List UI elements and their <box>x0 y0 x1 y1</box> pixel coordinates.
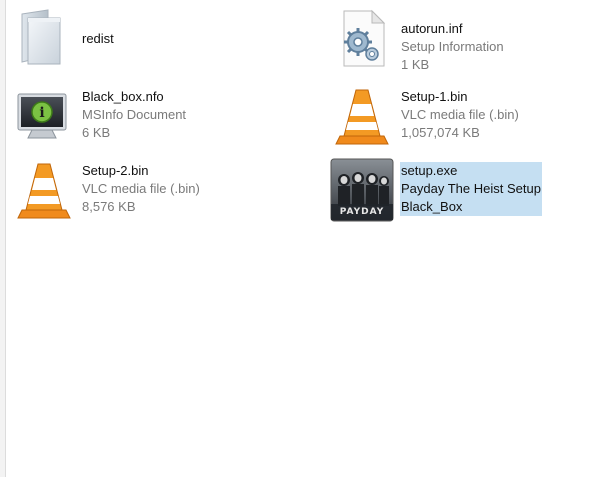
file-size: 1 KB <box>401 57 430 72</box>
file-type: Setup Information <box>401 39 504 54</box>
vlc-cone-icon <box>334 86 390 146</box>
file-tile-setup-exe[interactable]: PAYDAY setup.exe Payday The Heist Setup … <box>330 158 590 222</box>
file-tile-setup-2-bin[interactable]: Setup-2.bin VLC media file (.bin) 8,576 … <box>16 160 266 222</box>
file-tile-black-box-nfo[interactable]: i Black_box.nfo MSInfo Document 6 KB <box>14 86 264 146</box>
file-type: MSInfo Document <box>82 107 187 122</box>
file-type: Payday The Heist Setup <box>401 181 541 196</box>
file-name: redist <box>82 31 114 46</box>
info-monitor-icon: i <box>14 86 70 146</box>
file-size: 8,576 KB <box>82 199 136 214</box>
file-size: 1,057,074 KB <box>401 125 480 140</box>
file-name: Black_box.nfo <box>82 89 164 104</box>
payday-logo-text: PAYDAY <box>339 207 385 217</box>
vlc-cone-icon <box>16 160 72 220</box>
window-left-edge <box>0 0 6 477</box>
svg-text:i: i <box>39 105 44 121</box>
payday-app-icon: PAYDAY <box>330 158 394 222</box>
file-tile-autorun-inf[interactable]: autorun.inf Setup Information 1 KB <box>336 8 586 72</box>
file-size: 6 KB <box>82 125 111 140</box>
file-size: Black_Box <box>401 199 463 214</box>
file-name: Setup-1.bin <box>401 89 468 104</box>
file-type: VLC media file (.bin) <box>401 107 519 122</box>
file-tile-setup-1-bin[interactable]: Setup-1.bin VLC media file (.bin) 1,057,… <box>334 86 584 146</box>
gear-file-icon <box>336 8 392 68</box>
file-name: setup.exe <box>401 163 458 178</box>
folder-icon <box>14 8 70 68</box>
file-tile-redist[interactable]: redist <box>14 8 264 72</box>
file-name: Setup-2.bin <box>82 163 149 178</box>
file-type: VLC media file (.bin) <box>82 181 200 196</box>
file-name: autorun.inf <box>401 21 463 36</box>
